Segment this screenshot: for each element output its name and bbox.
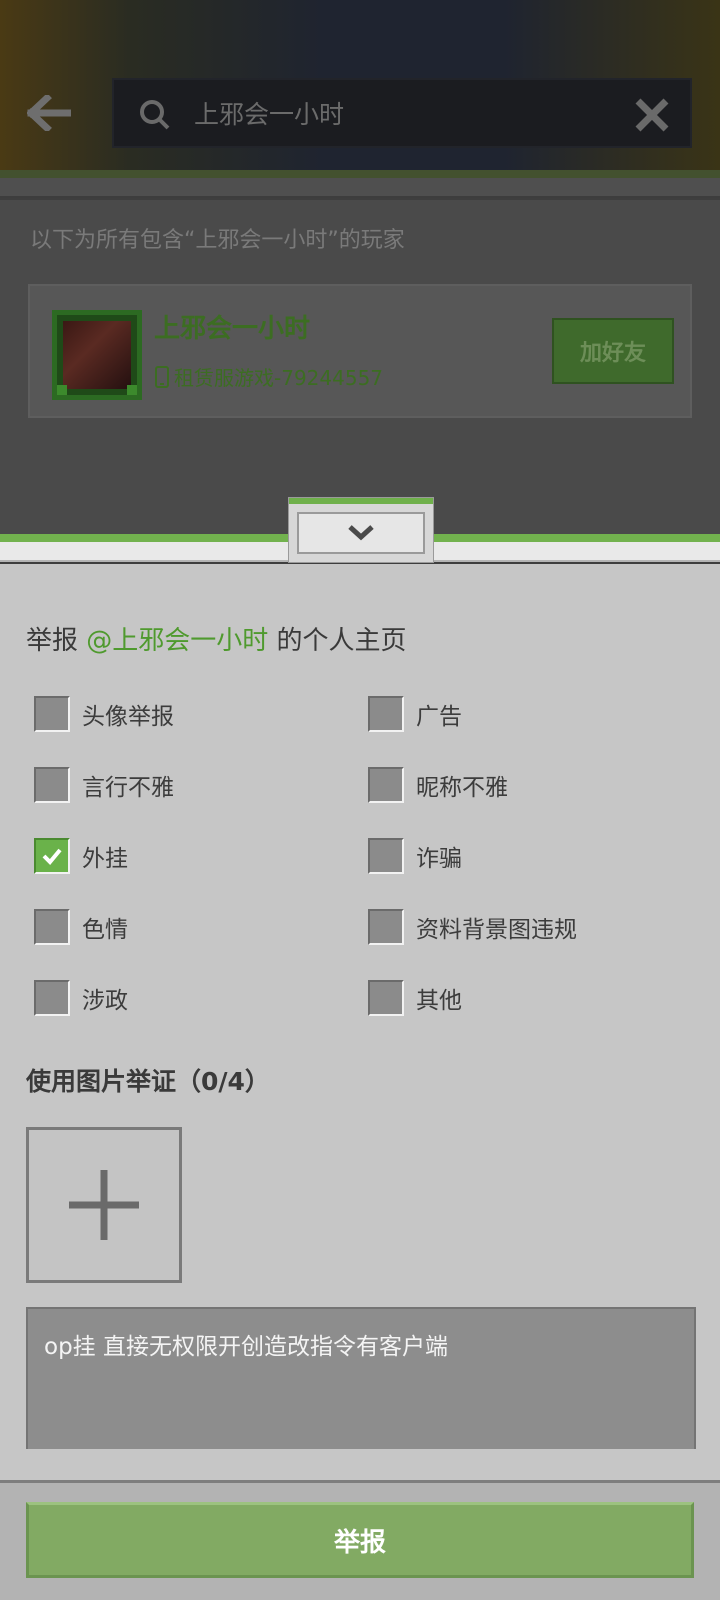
add-friend-button[interactable]: 加好友: [552, 318, 674, 384]
reason-avatar-label: 头像举报: [82, 704, 174, 730]
search-bar[interactable]: 上邪会一小时: [112, 78, 692, 148]
evidence-title: 使用图片举证（0/4）: [26, 1067, 270, 1096]
reason-politics-checkbox[interactable]: [34, 980, 70, 1016]
reason-other-label: 其他: [416, 988, 462, 1014]
report-title: 举报 @上邪会一小时 的个人主页: [26, 620, 407, 657]
reason-avatar[interactable]: 头像举报: [34, 694, 174, 734]
reason-cheat-checkbox[interactable]: [34, 838, 70, 874]
reason-ad-checkbox[interactable]: [368, 696, 404, 732]
chevron-down-icon: [348, 525, 374, 541]
search-input[interactable]: 上邪会一小时: [194, 80, 344, 150]
reason-ad[interactable]: 广告: [368, 694, 462, 734]
search-icon: [140, 100, 170, 130]
reason-fraud[interactable]: 诈骗: [368, 836, 462, 876]
reason-politics[interactable]: 涉政: [34, 978, 128, 1018]
player-card[interactable]: 上邪会一小时 租赁服游戏-79244557 加好友: [28, 284, 692, 418]
results-hint: 以下为所有包含“上邪会一小时”的玩家: [30, 228, 405, 253]
reason-porn-label: 色情: [82, 917, 128, 943]
description-input[interactable]: op挂 直接无权限开创造改指令有客户端: [26, 1307, 696, 1449]
report-title-prefix: 举报: [26, 626, 87, 656]
reason-avatar-checkbox[interactable]: [34, 696, 70, 732]
reason-background-checkbox[interactable]: [368, 909, 404, 945]
reason-nickname[interactable]: 昵称不雅: [368, 765, 508, 805]
reason-fraud-label: 诈骗: [416, 846, 462, 872]
submit-report-button[interactable]: 举报: [26, 1502, 694, 1578]
reason-speech-checkbox[interactable]: [34, 767, 70, 803]
avatar: [52, 310, 142, 400]
plus-icon: [69, 1170, 139, 1240]
reason-speech-label: 言行不雅: [82, 775, 174, 801]
arrow-left-icon: [27, 95, 71, 131]
player-server-label: 租赁服游戏-79244557: [174, 366, 384, 390]
player-server: 租赁服游戏-79244557: [154, 362, 383, 391]
reason-porn[interactable]: 色情: [34, 907, 128, 947]
reason-porn-checkbox[interactable]: [34, 909, 70, 945]
reason-speech[interactable]: 言行不雅: [34, 765, 174, 805]
reported-user-mention[interactable]: @上邪会一小时: [86, 626, 268, 656]
checkmark-icon: [42, 848, 62, 865]
player-name: 上邪会一小时: [154, 314, 311, 344]
report-title-suffix: 的个人主页: [268, 626, 407, 656]
back-button[interactable]: [24, 88, 74, 138]
reason-other[interactable]: 其他: [368, 978, 462, 1018]
reason-nickname-label: 昵称不雅: [416, 775, 508, 801]
top-bar-border: [0, 170, 720, 178]
reason-cheat[interactable]: 外挂: [34, 836, 128, 876]
close-icon[interactable]: [632, 95, 672, 135]
reason-ad-label: 广告: [416, 704, 462, 730]
collapse-sheet-button[interactable]: [289, 498, 433, 562]
add-image-button[interactable]: [26, 1127, 182, 1283]
reason-background-label: 资料背景图违规: [416, 917, 577, 943]
reason-cheat-label: 外挂: [82, 846, 128, 872]
reason-nickname-checkbox[interactable]: [368, 767, 404, 803]
phone-icon: [155, 365, 169, 388]
reason-background[interactable]: 资料背景图违规: [368, 907, 577, 947]
reason-politics-label: 涉政: [82, 988, 128, 1014]
reason-fraud-checkbox[interactable]: [368, 838, 404, 874]
top-bar-divider: [0, 178, 720, 198]
reason-other-checkbox[interactable]: [368, 980, 404, 1016]
